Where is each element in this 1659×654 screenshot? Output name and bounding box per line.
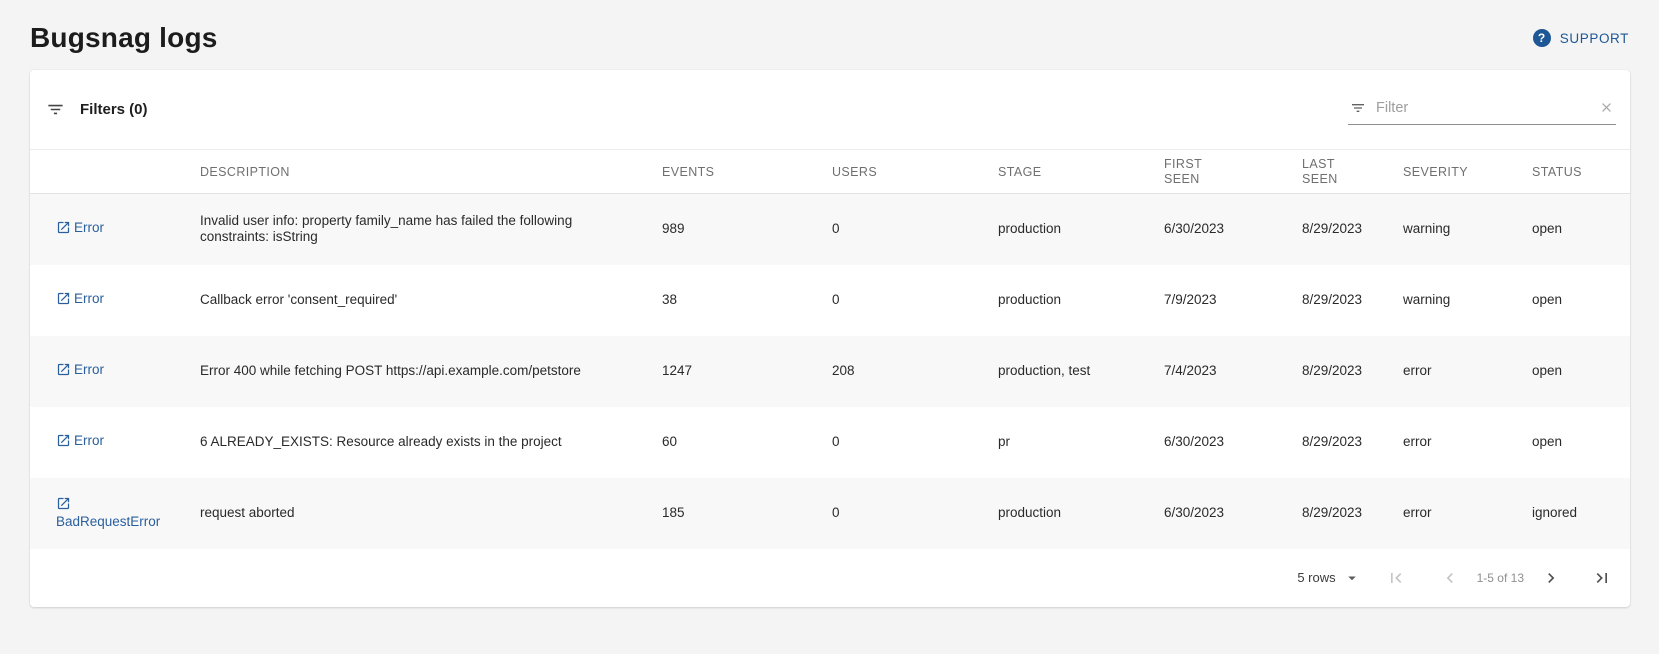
cell-severity: warning	[1387, 194, 1516, 265]
error-details-link[interactable]: Error	[56, 220, 104, 235]
cell-stage: production	[982, 194, 1148, 265]
table-row: Error Callback error 'consent_required' …	[30, 265, 1630, 336]
filter-list-icon	[46, 100, 65, 119]
cell-last-seen: 8/29/2023	[1286, 265, 1387, 336]
error-details-link[interactable]: BadRequestError	[56, 496, 160, 529]
cell-severity: error	[1387, 407, 1516, 478]
error-details-link[interactable]: Error	[56, 362, 104, 377]
cell-description: 6 ALREADY_EXISTS: Resource already exist…	[184, 407, 646, 478]
cell-events: 1247	[646, 336, 816, 407]
filter-input[interactable]	[1374, 99, 1591, 117]
cell-events: 60	[646, 407, 816, 478]
cell-status: open	[1516, 194, 1630, 265]
cell-severity: error	[1387, 336, 1516, 407]
external-link-icon	[56, 433, 71, 451]
cell-first-seen: 7/9/2023	[1148, 265, 1286, 336]
cell-stage: pr	[982, 407, 1148, 478]
cell-description: Callback error 'consent_required'	[184, 265, 646, 336]
cell-status: open	[1516, 407, 1630, 478]
cell-stage: production	[982, 478, 1148, 549]
cell-last-seen: 8/29/2023	[1286, 478, 1387, 549]
cell-stage: production, test	[982, 336, 1148, 407]
top-bar: Bugsnag logs ? SUPPORT	[0, 0, 1659, 70]
rows-per-page-select[interactable]: 5 rows	[1297, 569, 1360, 587]
external-link-icon	[56, 291, 71, 309]
first-page-button[interactable]	[1386, 568, 1406, 588]
error-link-label: Error	[74, 362, 104, 377]
filters-button[interactable]: Filters (0)	[46, 100, 148, 119]
cell-first-seen: 6/30/2023	[1148, 407, 1286, 478]
cell-first-seen: 7/4/2023	[1148, 336, 1286, 407]
logs-card: Filters (0) DESCRIPTION EVENTS USERS STA…	[30, 70, 1630, 607]
cell-last-seen: 8/29/2023	[1286, 407, 1387, 478]
error-details-link[interactable]: Error	[56, 433, 104, 448]
help-icon: ?	[1533, 29, 1551, 47]
external-link-icon	[56, 220, 71, 238]
cell-first-seen: 6/30/2023	[1148, 194, 1286, 265]
cell-users: 208	[816, 336, 982, 407]
cell-status: open	[1516, 336, 1630, 407]
error-link-label: Error	[74, 220, 104, 235]
cell-users: 0	[816, 265, 982, 336]
card-toolbar: Filters (0)	[30, 70, 1630, 149]
cell-first-seen: 6/30/2023	[1148, 478, 1286, 549]
cell-severity: warning	[1387, 265, 1516, 336]
table-row: Error Error 400 while fetching POST http…	[30, 336, 1630, 407]
table-row: Error Invalid user info: property family…	[30, 194, 1630, 265]
error-link-label: Error	[74, 291, 104, 306]
support-label: SUPPORT	[1560, 31, 1629, 46]
column-header-link	[30, 150, 184, 194]
cell-last-seen: 8/29/2023	[1286, 336, 1387, 407]
cell-description: request aborted	[184, 478, 646, 549]
table-row: Error 6 ALREADY_EXISTS: Resource already…	[30, 407, 1630, 478]
arrow-drop-down-icon	[1343, 569, 1361, 587]
page-title: Bugsnag logs	[30, 22, 218, 54]
table-row: BadRequestError request aborted 185 0 pr…	[30, 478, 1630, 549]
cell-status: open	[1516, 265, 1630, 336]
cell-last-seen: 8/29/2023	[1286, 194, 1387, 265]
column-header-first-seen[interactable]: FIRST SEEN	[1148, 150, 1286, 194]
support-button[interactable]: ? SUPPORT	[1533, 29, 1629, 47]
external-link-icon	[56, 362, 71, 380]
last-page-button[interactable]	[1592, 568, 1612, 588]
filter-field	[1348, 95, 1616, 125]
cell-description: Error 400 while fetching POST https://ap…	[184, 336, 646, 407]
error-details-link[interactable]: Error	[56, 291, 104, 306]
error-link-label: Error	[74, 433, 104, 448]
filters-label: Filters (0)	[80, 101, 148, 118]
previous-page-button[interactable]	[1440, 568, 1460, 588]
cell-stage: production	[982, 265, 1148, 336]
table-header-row: DESCRIPTION EVENTS USERS STAGE FIRST SEE…	[30, 150, 1630, 194]
pagination-bar: 5 rows 1-5 of 13	[30, 549, 1630, 607]
external-link-icon	[56, 496, 71, 514]
column-header-severity[interactable]: SEVERITY	[1387, 150, 1516, 194]
cell-description: Invalid user info: property family_name …	[184, 194, 646, 265]
cell-events: 989	[646, 194, 816, 265]
cell-users: 0	[816, 478, 982, 549]
cell-status: ignored	[1516, 478, 1630, 549]
rows-per-page-label: 5 rows	[1297, 570, 1335, 585]
error-link-label: BadRequestError	[56, 514, 160, 529]
filter-list-icon	[1350, 100, 1366, 116]
column-header-last-seen[interactable]: LAST SEEN	[1286, 150, 1387, 194]
column-header-stage[interactable]: STAGE	[982, 150, 1148, 194]
clear-filter-button[interactable]	[1599, 100, 1614, 115]
column-header-description[interactable]: DESCRIPTION	[184, 150, 646, 194]
error-logs-table: DESCRIPTION EVENTS USERS STAGE FIRST SEE…	[30, 149, 1630, 549]
column-header-events[interactable]: EVENTS	[646, 150, 816, 194]
cell-events: 38	[646, 265, 816, 336]
column-header-status[interactable]: STATUS	[1516, 150, 1630, 194]
column-header-users[interactable]: USERS	[816, 150, 982, 194]
cell-users: 0	[816, 194, 982, 265]
cell-users: 0	[816, 407, 982, 478]
cell-severity: error	[1387, 478, 1516, 549]
pagination-range: 1-5 of 13	[1477, 571, 1524, 585]
cell-events: 185	[646, 478, 816, 549]
next-page-button[interactable]	[1541, 568, 1561, 588]
